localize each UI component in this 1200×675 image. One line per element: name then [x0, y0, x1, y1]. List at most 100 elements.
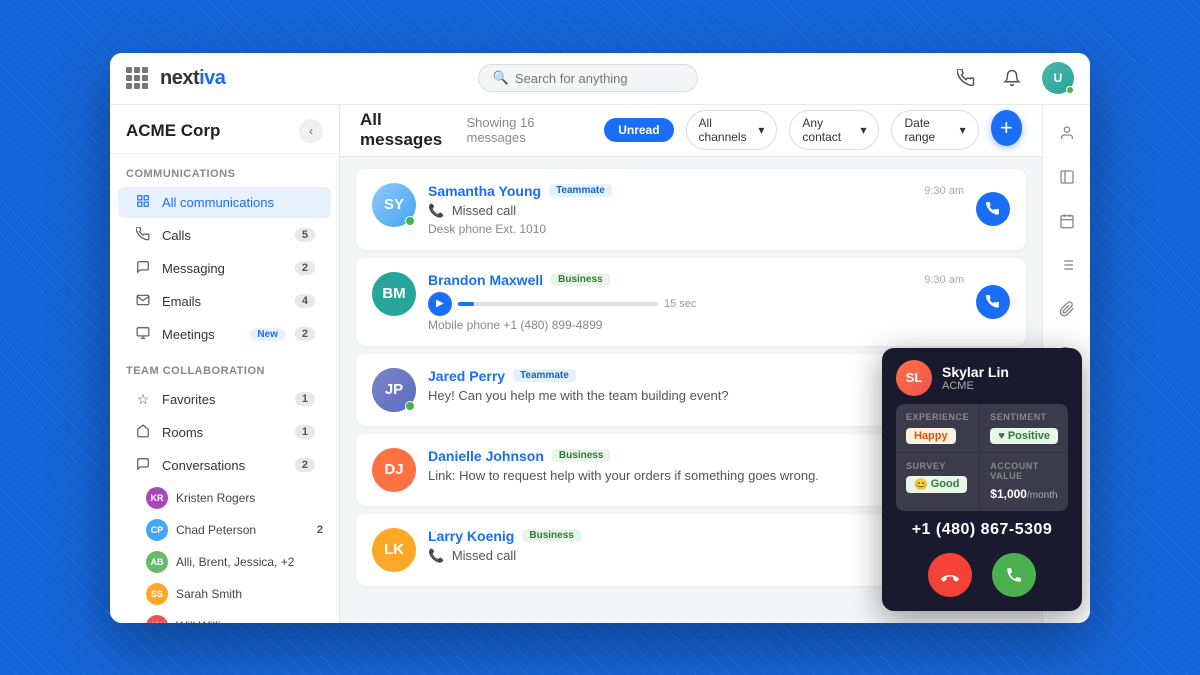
sentiment-label: SENTIMENT — [990, 412, 1058, 422]
unread-filter-btn[interactable]: Unread — [604, 118, 673, 142]
app-logo: nextiva — [160, 67, 225, 90]
right-icon-profile[interactable] — [1049, 115, 1085, 151]
account-cell: ACCOUNT VALUE $1,000/month — [980, 453, 1068, 511]
survey-label: SURVEY — [906, 461, 969, 471]
right-icon-tasks[interactable] — [1049, 247, 1085, 283]
caller-actions — [882, 545, 1082, 611]
msg-name-4: Danielle Johnson — [428, 448, 544, 464]
avatar-brandon: BM — [372, 272, 416, 316]
duration-2: 15 sec — [664, 298, 696, 310]
account-value: $1,000/month — [990, 487, 1057, 501]
msg-text-1: 📞 Missed call — [428, 202, 964, 220]
sidebar-item-meetings[interactable]: Meetings New 2 — [118, 319, 331, 350]
top-bar-actions: U — [950, 62, 1074, 94]
msg-sub-2: Mobile phone +1 (480) 899-4899 — [428, 318, 964, 332]
conversations-icon — [134, 457, 152, 474]
rooms-badge: 1 — [295, 425, 315, 439]
accept-call-btn[interactable] — [992, 553, 1036, 597]
sidebar-item-all-comms-label: All communications — [162, 195, 315, 210]
sidebar-item-calls-label: Calls — [162, 228, 285, 243]
msg-tag-3: Teammate — [513, 369, 576, 382]
search-icon: 🔍 — [493, 70, 509, 86]
message-card-2[interactable]: BM Brandon Maxwell Business 9:30 am ▶ — [356, 258, 1026, 346]
meetings-icon — [134, 326, 152, 343]
right-icon-list[interactable] — [1049, 159, 1085, 195]
right-icon-calendar[interactable] — [1049, 203, 1085, 239]
msg-name-5: Larry Koenig — [428, 528, 514, 544]
sub-item-kristen[interactable]: KR Kristen Rogers — [110, 482, 339, 514]
voicemail-player-2: ▶ 15 sec — [428, 292, 964, 316]
call-icon-5: 📞 — [428, 548, 444, 563]
right-icon-attach[interactable] — [1049, 291, 1085, 327]
sidebar-item-calls[interactable]: Calls 5 — [118, 220, 331, 251]
user-avatar[interactable]: U — [1042, 62, 1074, 94]
rooms-icon — [134, 424, 152, 441]
msg-sub-1: Desk phone Ext. 1010 — [428, 222, 964, 236]
grid-menu-icon[interactable] — [126, 67, 148, 89]
msg-header-1: Samantha Young Teammate 9:30 am — [428, 183, 964, 199]
bell-icon-btn[interactable] — [996, 62, 1028, 94]
call-action-2[interactable] — [976, 285, 1010, 319]
search-bar-container[interactable]: 🔍 — [478, 64, 698, 92]
call-action-1[interactable] — [976, 192, 1010, 226]
msg-name-1: Samantha Young — [428, 183, 541, 199]
sidebar-item-meetings-label: Meetings — [162, 327, 240, 342]
progress-fill-2 — [458, 302, 474, 306]
progress-bar-2[interactable] — [458, 302, 658, 306]
decline-call-btn[interactable] — [928, 553, 972, 597]
message-card-1[interactable]: SY Samantha Young Teammate 9:30 am 📞 Mis… — [356, 169, 1026, 250]
emails-badge: 4 — [295, 294, 315, 308]
avatar-samantha: SY — [372, 183, 416, 227]
survey-cell: SURVEY 😊 Good — [896, 453, 979, 511]
collapse-sidebar-btn[interactable]: ‹ — [299, 119, 323, 143]
experience-cell: EXPERIENCE Happy — [896, 404, 979, 452]
sub-item-alli[interactable]: AB Alli, Brent, Jessica, +2 — [110, 546, 339, 578]
meetings-badge: 2 — [295, 327, 315, 341]
compose-btn[interactable]: + — [991, 110, 1022, 146]
experience-label: EXPERIENCE — [906, 412, 969, 422]
team-label: Team collaboration — [110, 351, 339, 383]
sub-label-sarah: Sarah Smith — [176, 587, 323, 601]
play-btn-2[interactable]: ▶ — [428, 292, 452, 316]
sidebar-title: ACME Corp — [126, 121, 220, 141]
sidebar-item-conversations[interactable]: Conversations 2 — [118, 450, 331, 481]
experience-value: Happy — [906, 428, 956, 444]
avatar-danielle: DJ — [372, 448, 416, 492]
survey-value: 😊 Good — [906, 476, 967, 493]
sub-avatar-kristen: KR — [146, 487, 168, 509]
sidebar-item-all-comms[interactable]: All communications — [118, 187, 331, 218]
msg-header-2: Brandon Maxwell Business 9:30 am — [428, 272, 964, 288]
content-title: All messages — [360, 110, 454, 150]
sub-item-sarah[interactable]: SS Sarah Smith — [110, 578, 339, 610]
sidebar-item-emails[interactable]: Emails 4 — [118, 286, 331, 317]
caller-info: Skylar Lin ACME — [942, 364, 1009, 392]
sentiment-value: ♥ Positive — [990, 428, 1058, 444]
msg-name-2: Brandon Maxwell — [428, 272, 543, 288]
sub-label-kristen: Kristen Rogers — [176, 491, 323, 505]
sidebar-header: ACME Corp ‹ — [110, 105, 339, 154]
search-input[interactable] — [515, 71, 683, 86]
logo-area: nextiva — [126, 67, 225, 90]
caller-name: Skylar Lin — [942, 364, 1009, 380]
sub-label-alli: Alli, Brent, Jessica, +2 — [176, 555, 323, 569]
avatar-larry: LK — [372, 528, 416, 572]
sidebar-item-emails-label: Emails — [162, 294, 285, 309]
messaging-icon — [134, 260, 152, 277]
sub-item-chad[interactable]: CP Chad Peterson 2 — [110, 514, 339, 546]
date-range-filter[interactable]: Date range ▾ — [891, 110, 978, 150]
sidebar-item-rooms[interactable]: Rooms 1 — [118, 417, 331, 448]
caller-info-grid: EXPERIENCE Happy SENTIMENT ♥ Positive SU… — [896, 404, 1068, 511]
all-channels-filter[interactable]: All channels ▾ — [686, 110, 778, 150]
msg-time-1: 9:30 am — [924, 185, 964, 197]
phone-icon-btn[interactable] — [950, 62, 982, 94]
msg-body-2: Brandon Maxwell Business 9:30 am ▶ 15 se… — [428, 272, 964, 332]
sidebar-item-favorites[interactable]: ☆ Favorites 1 — [118, 384, 331, 415]
sub-badge-chad: 2 — [317, 524, 323, 536]
sidebar-item-conversations-label: Conversations — [162, 458, 285, 473]
sub-avatar-sarah: SS — [146, 583, 168, 605]
sub-avatar-chad: CP — [146, 519, 168, 541]
any-contact-filter[interactable]: Any contact ▾ — [789, 110, 879, 150]
sidebar-item-messaging[interactable]: Messaging 2 — [118, 253, 331, 284]
conversations-badge: 2 — [295, 458, 315, 472]
sub-item-will[interactable]: WW Will Williams — [110, 610, 339, 623]
